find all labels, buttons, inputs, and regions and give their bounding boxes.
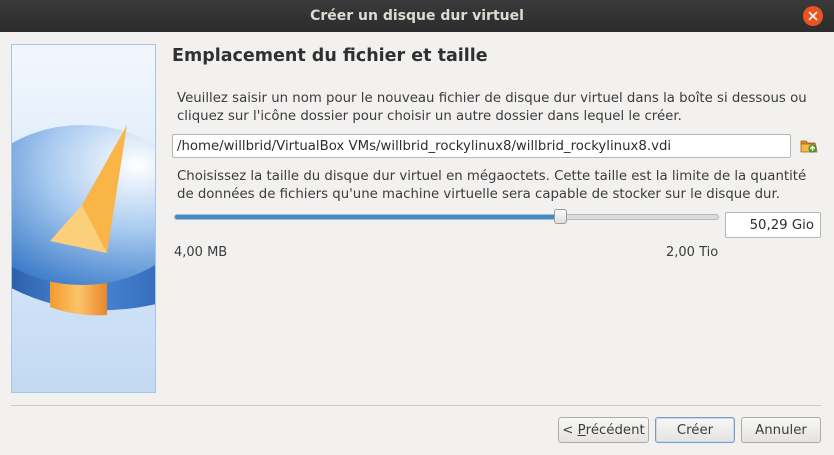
- size-value-input[interactable]: [725, 212, 821, 238]
- back-button-label: récédent: [585, 422, 645, 438]
- cancel-button-label: Annuler: [755, 422, 807, 438]
- folder-icon: [800, 140, 818, 153]
- create-button-label: Créer: [676, 422, 714, 438]
- size-slider-fill: [175, 215, 562, 219]
- size-range-max: 2,00 Tio: [666, 245, 719, 260]
- footer-separator: [11, 405, 821, 406]
- size-slider-track[interactable]: [174, 214, 719, 220]
- choose-folder-button[interactable]: [798, 136, 820, 156]
- create-button[interactable]: Créer: [655, 417, 735, 443]
- hard-disk-illustration: [12, 45, 155, 392]
- wizard-side-illustration: [11, 44, 156, 393]
- back-button[interactable]: < Précédent: [558, 417, 649, 443]
- page-heading: Emplacement du fichier et taille: [172, 46, 488, 66]
- window-title: Créer un disque dur virtuel: [310, 8, 524, 24]
- size-description: Choisissez la taille du disque dur virtu…: [177, 169, 807, 202]
- size-range-min: 4,00 MB: [174, 245, 228, 260]
- title-bar: Créer un disque dur virtuel: [0, 0, 834, 32]
- file-path-input[interactable]: [172, 134, 791, 158]
- back-button-prefix: <: [562, 422, 578, 438]
- location-description: Veuillez saisir un nom pour le nouveau f…: [177, 91, 807, 124]
- close-button[interactable]: [803, 6, 823, 26]
- back-button-mnemonic: P: [577, 422, 586, 438]
- size-slider-handle[interactable]: [554, 209, 568, 224]
- cancel-button[interactable]: Annuler: [741, 417, 821, 443]
- close-icon: [808, 11, 818, 21]
